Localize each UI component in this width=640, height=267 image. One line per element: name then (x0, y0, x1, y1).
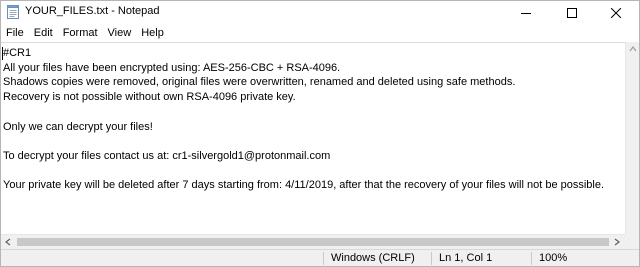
minimize-icon (521, 12, 531, 14)
text-caret (2, 47, 3, 60)
menu-bar: File Edit Format View Help (1, 24, 639, 42)
close-button[interactable] (593, 1, 639, 24)
menu-help[interactable]: Help (136, 24, 169, 42)
vertical-scrollbar[interactable] (625, 42, 639, 249)
status-cursor-position: Ln 1, Col 1 (439, 252, 493, 264)
status-divider (431, 252, 432, 265)
status-divider (323, 252, 324, 265)
maximize-icon (567, 7, 577, 18)
maximize-button[interactable] (549, 1, 595, 24)
notepad-icon (7, 5, 19, 19)
window-title: YOUR_FILES.txt - Notepad (25, 5, 160, 17)
minimize-button[interactable] (503, 1, 549, 24)
menu-format[interactable]: Format (58, 24, 103, 42)
horizontal-scroll-thumb[interactable] (17, 238, 609, 246)
scroll-right-arrow-icon[interactable] (613, 238, 621, 246)
status-divider (531, 252, 532, 265)
status-zoom: 100% (539, 252, 568, 264)
menu-view[interactable]: View (103, 24, 137, 42)
vertical-scroll-track[interactable] (629, 59, 637, 235)
editor-content[interactable]: #CR1 All your files have been encrypted … (3, 46, 604, 193)
scroll-left-arrow-icon[interactable] (4, 238, 12, 246)
close-icon (611, 7, 621, 18)
menu-edit[interactable]: Edit (29, 24, 58, 42)
scrollbar-corner (625, 234, 639, 249)
menu-file[interactable]: File (1, 24, 29, 42)
scroll-up-arrow-icon[interactable] (629, 45, 637, 53)
status-encoding: Windows (CRLF) (331, 252, 415, 264)
text-editor[interactable]: #CR1 All your files have been encrypted … (1, 42, 625, 249)
horizontal-scrollbar[interactable] (1, 234, 625, 249)
notepad-window: YOUR_FILES.txt - Notepad File Edit Forma… (0, 0, 640, 267)
title-bar[interactable]: YOUR_FILES.txt - Notepad (1, 1, 639, 24)
status-bar: Windows (CRLF) Ln 1, Col 1 100% (1, 249, 639, 266)
